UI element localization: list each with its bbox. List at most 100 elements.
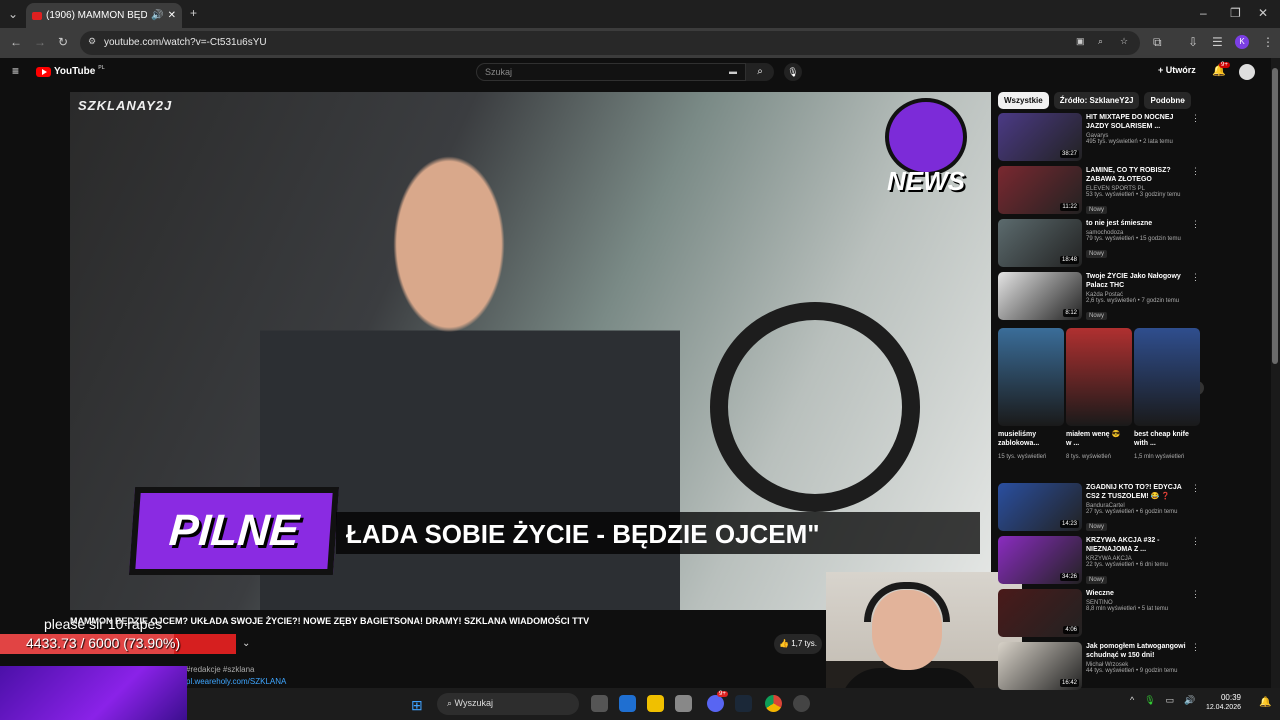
scrollbar-thumb[interactable] — [1272, 68, 1278, 364]
browser-toolbar: ← → ↻ ⚙ youtube.com/watch?v=-Ct531u6sYU … — [0, 28, 1280, 58]
address-bar[interactable]: ⚙ youtube.com/watch?v=-Ct531u6sYU ▣ ⌕ ☆ — [80, 31, 1140, 55]
shorts-item[interactable]: best cheap knife with ... 1,5 mln wyświet… — [1134, 328, 1200, 476]
duration-badge: 4:06 — [1063, 626, 1079, 634]
shorts-item[interactable]: miałem wenę 😎 w ... 8 tys. wyświetleń — [1066, 328, 1132, 476]
chevron-right-icon[interactable]: › — [1182, 95, 1185, 106]
recommended-video[interactable]: 4:06 Wieczne SENTINO 8,8 mln wyświetleń • 5… — [998, 589, 1200, 639]
more-options-icon[interactable]: ⋮ — [1191, 219, 1200, 230]
video-thumbnail[interactable]: 34:26 — [998, 536, 1082, 584]
search-input[interactable]: Szukaj ▬ — [476, 63, 746, 81]
recommended-video[interactable]: 11:22 LAMINE, CO TY ROBISZ? ZABAWA ZŁOTEG… — [998, 166, 1200, 216]
chrome-icon[interactable] — [765, 695, 782, 712]
description-link[interactable]: pl.weareholy.com/SZKLANA — [186, 677, 286, 686]
tab-search-chevron-icon[interactable]: ⌄ — [8, 7, 18, 21]
youtube-logo[interactable]: YouTube PL — [36, 65, 105, 77]
taskbar-search[interactable]: ⌕ Wyszukaj — [437, 693, 579, 715]
video-item-title[interactable]: ZGADNIJ KTO TO?! EDYCJA CS2 Z TUSZOLEM! … — [1086, 483, 1190, 501]
recommended-video[interactable]: 16:42 Jak pomogłem Łatwogangowi schudnąć … — [998, 642, 1200, 692]
more-options-icon[interactable]: ⋮ — [1191, 483, 1200, 494]
task-view-icon[interactable] — [591, 695, 608, 712]
recommended-video[interactable]: 38:27 HIT MIXTAPE DO NOCNEJ JAZDY SOLARIS… — [998, 113, 1200, 163]
more-options-icon[interactable]: ⋮ — [1191, 113, 1200, 124]
video-item-title[interactable]: LAMINE, CO TY ROBISZ? ZABAWA ZŁOTEGO DZI… — [1086, 166, 1190, 184]
voice-search-button[interactable]: 🎙 — [784, 63, 802, 81]
browser-tab-active[interactable]: (1906) MAMMON BĘDZIE O 🔊 ✕ — [26, 3, 182, 28]
shorts-thumbnail[interactable] — [1066, 328, 1132, 426]
duration-badge: 16:42 — [1059, 679, 1079, 687]
windows-start-icon[interactable]: ⊞ — [411, 697, 423, 714]
hamburger-menu-icon[interactable]: ≡ — [12, 64, 19, 78]
recommended-video[interactable]: 18:48 to nie jest śmieszne samochodoza 79 t… — [998, 219, 1200, 269]
window-minimize-icon[interactable]: – — [1200, 6, 1207, 20]
more-options-icon[interactable]: ⋮ — [1191, 166, 1200, 177]
bookmark-star-icon[interactable]: ☆ — [1120, 36, 1128, 47]
video-player[interactable]: SZKLANAY2J NEWS PILNE ŁADA SOBIE ŻYCIE -… — [70, 92, 991, 610]
create-button[interactable]: + Utwórz — [1158, 65, 1196, 75]
chip-source[interactable]: Źródło: SzklaneY2J — [1053, 92, 1140, 109]
steam-icon[interactable] — [735, 695, 752, 712]
video-info: KRZYWA AKCJA #32 - NIEZNAJOMA Z ... KRZYW… — [1086, 536, 1190, 586]
video-item-title[interactable]: Jak pomogłem Łatwogangowi schudnąć w 150… — [1086, 642, 1190, 660]
like-button[interactable]: 👍 1,7 tys. — [774, 634, 822, 654]
duration-badge: 34:26 — [1059, 573, 1079, 581]
file-explorer-icon[interactable] — [647, 695, 664, 712]
chevron-down-icon[interactable]: ⌄ — [242, 638, 250, 649]
window-restore-icon[interactable]: ❐ — [1230, 6, 1241, 20]
video-item-title[interactable]: KRZYWA AKCJA #32 - NIEZNAJOMA Z ... — [1086, 536, 1190, 554]
zoom-icon[interactable]: ⌕ — [1098, 36, 1103, 47]
back-arrow-icon[interactable]: ← — [10, 35, 22, 49]
shorts-thumbnail[interactable] — [998, 328, 1064, 426]
video-item-title[interactable]: HIT MIXTAPE DO NOCNEJ JAZDY SOLARISEM ..… — [1086, 113, 1190, 131]
shorts-thumbnail[interactable] — [1134, 328, 1200, 426]
network-icon[interactable]: ▭ — [1166, 695, 1175, 706]
recommended-video[interactable]: 34:26 KRZYWA AKCJA #32 - NIEZNAJOMA Z ...… — [998, 536, 1200, 586]
keyboard-icon[interactable]: ▬ — [729, 67, 737, 76]
site-info-icon[interactable]: ⚙ — [88, 36, 96, 47]
shorts-item[interactable]: musieliśmy zablokowa... 15 tys. wyświetle… — [998, 328, 1064, 476]
video-thumbnail[interactable]: 8:12 — [998, 272, 1082, 320]
recommended-video[interactable]: 14:23 ZGADNIJ KTO TO?! EDYCJA CS2 Z TUSZO… — [998, 483, 1200, 533]
obs-icon[interactable] — [793, 695, 810, 712]
account-avatar[interactable] — [1239, 64, 1255, 80]
video-item-title[interactable]: Wieczne — [1086, 589, 1190, 598]
search-button[interactable]: ⌕ — [746, 63, 774, 81]
more-options-icon[interactable]: ⋮ — [1191, 272, 1200, 283]
new-tab-plus-icon[interactable]: + — [190, 6, 197, 20]
video-thumbnail[interactable]: 18:48 — [998, 219, 1082, 267]
video-item-title[interactable]: Twoje ŻYCIE Jako Nałogowy Palacz THC — [1086, 272, 1190, 290]
video-thumbnail[interactable]: 11:22 — [998, 166, 1082, 214]
reload-icon[interactable]: ↻ — [58, 35, 68, 49]
video-thumbnail[interactable]: 14:23 — [998, 483, 1082, 531]
cast-icon[interactable]: ▣ — [1076, 36, 1085, 47]
profile-avatar[interactable]: K — [1235, 35, 1249, 49]
notification-center-icon[interactable]: 🔔 — [1259, 697, 1271, 708]
shorts-title[interactable]: best cheap knife with ... — [1134, 430, 1194, 448]
shorts-title[interactable]: miałem wenę 😎 w ... — [1066, 430, 1126, 448]
video-item-title[interactable]: to nie jest śmieszne — [1086, 219, 1190, 228]
video-thumbnail[interactable]: 4:06 — [998, 589, 1082, 637]
shorts-title[interactable]: musieliśmy zablokowa... — [998, 430, 1058, 448]
video-thumbnail[interactable]: 38:27 — [998, 113, 1082, 161]
recommended-video[interactable]: 8:12 Twoje ŻYCIE Jako Nałogowy Palacz THC… — [998, 272, 1200, 322]
extensions-icon[interactable]: ⧉ — [1153, 35, 1162, 50]
media-control-icon[interactable]: ☰ — [1212, 35, 1223, 49]
volume-icon[interactable]: 🔊 — [1184, 695, 1195, 706]
video-thumbnail[interactable]: 16:42 — [998, 642, 1082, 690]
forward-arrow-icon[interactable]: → — [34, 35, 46, 49]
mic-tray-icon[interactable]: 🎙 — [1144, 695, 1155, 706]
clock-time[interactable]: 00:39 — [1217, 693, 1241, 702]
more-options-icon[interactable]: ⋮ — [1191, 589, 1200, 600]
menu-kebab-icon[interactable]: ⋮ — [1262, 35, 1274, 49]
more-options-icon[interactable]: ⋮ — [1191, 536, 1200, 547]
tab-close-icon[interactable]: ✕ — [168, 10, 176, 21]
window-close-icon[interactable]: ✕ — [1258, 6, 1268, 20]
discord-icon[interactable] — [707, 695, 724, 712]
mail-icon[interactable] — [619, 695, 636, 712]
tab-audio-icon[interactable]: 🔊 — [151, 10, 163, 21]
more-options-icon[interactable]: ⋮ — [1191, 642, 1200, 653]
chip-all[interactable]: Wszystkie — [998, 92, 1049, 109]
downloads-icon[interactable]: ⇩ — [1188, 35, 1198, 49]
app-icon[interactable] — [675, 695, 692, 712]
tray-chevron-up-icon[interactable]: ^ — [1130, 695, 1134, 706]
clock-date[interactable]: 12.04.2026 — [1199, 704, 1241, 711]
